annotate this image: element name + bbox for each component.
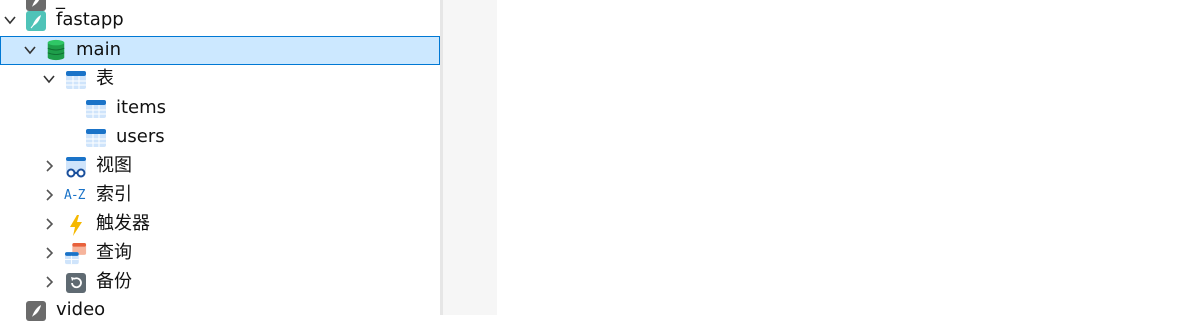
- tree-item-label: main: [76, 39, 121, 60]
- tree-item-main[interactable]: main: [0, 36, 440, 65]
- database-icon: [47, 39, 65, 61]
- tree-item-queries[interactable]: 查询: [0, 239, 440, 268]
- view-glasses-icon: [66, 157, 86, 178]
- chevron-down-icon[interactable]: [42, 72, 56, 86]
- tree-item-table-items[interactable]: items: [0, 94, 440, 123]
- tree-item-label: 触发器: [96, 213, 150, 234]
- query-icon: [65, 243, 87, 265]
- tree-item-label: 备份: [96, 271, 132, 292]
- table-icon: [86, 100, 106, 118]
- chevron-right-icon[interactable]: [42, 275, 56, 289]
- tree-item-views[interactable]: 视图: [0, 152, 440, 181]
- backup-restore-icon: [66, 273, 86, 293]
- chevron-right-icon[interactable]: [42, 188, 56, 202]
- tree-item-table-users[interactable]: users: [0, 123, 440, 152]
- side-panel-strip: [443, 0, 497, 315]
- index-az-icon: A-Z: [64, 188, 86, 203]
- tree-item-label: items: [116, 97, 167, 118]
- tree-item-label: users: [116, 126, 165, 147]
- tree-item-video[interactable]: video: [0, 296, 440, 325]
- chevron-right-icon[interactable]: [42, 159, 56, 173]
- table-icon: [86, 129, 106, 147]
- tree-item-indexes[interactable]: A-Z 索引: [0, 181, 440, 210]
- table-group-icon: [66, 71, 86, 89]
- chevron-right-icon[interactable]: [42, 217, 56, 231]
- tree-item-tables[interactable]: 表: [0, 65, 440, 94]
- tree-item-label: video: [56, 299, 106, 320]
- tree-item-label: 表: [96, 68, 114, 89]
- chevron-down-icon[interactable]: [23, 43, 37, 57]
- tree-item-label: 查询: [96, 242, 132, 263]
- tree-item-label: 索引: [96, 184, 132, 205]
- tree-item-backups[interactable]: 备份: [0, 268, 440, 297]
- tree-item-label: fastapp: [56, 9, 124, 30]
- chevron-down-icon[interactable]: [3, 13, 17, 27]
- sqlite-feather-icon: [26, 301, 46, 321]
- tree-item-triggers[interactable]: 触发器: [0, 210, 440, 239]
- tree-item-label: 视图: [96, 155, 132, 176]
- chevron-right-icon[interactable]: [42, 246, 56, 260]
- object-tree: _ fastapp main: [0, 0, 440, 321]
- sqlite-feather-icon: [26, 11, 46, 31]
- tree-item-fastapp[interactable]: fastapp: [0, 6, 440, 35]
- lightning-icon: [70, 215, 82, 236]
